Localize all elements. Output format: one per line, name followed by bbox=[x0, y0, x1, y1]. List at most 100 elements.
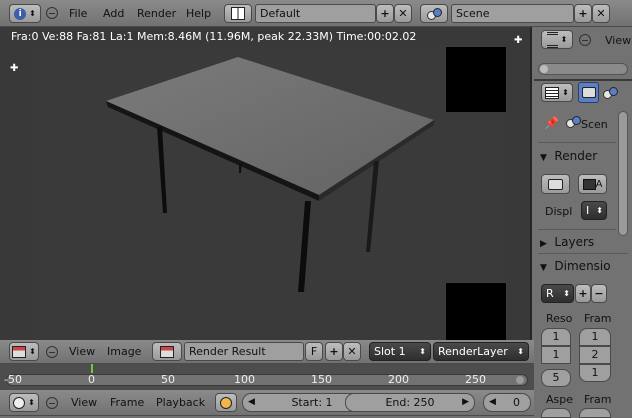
menu-render[interactable]: Render bbox=[137, 1, 176, 27]
outliner-icon bbox=[546, 31, 558, 48]
display-select[interactable]: I ⬍ bbox=[581, 201, 607, 220]
render-viewport[interactable]: Fra:0 Ve:88 Fa:81 La:1 Mem:8.46M (11.96M… bbox=[0, 27, 532, 340]
outliner-scrollbar[interactable] bbox=[538, 63, 628, 75]
chevron-updown-icon: ⬍ bbox=[596, 206, 603, 215]
layout-name-field[interactable]: Default bbox=[255, 4, 376, 23]
display-value: I bbox=[586, 204, 590, 217]
chevron-updown-icon: ⬍ bbox=[29, 9, 36, 18]
current-frame-field[interactable]: ◀ 0 bbox=[483, 393, 531, 412]
chevron-updown-icon: ⬍ bbox=[28, 398, 35, 407]
tick-label: 200 bbox=[388, 373, 409, 386]
arrow-left-icon[interactable]: ◀ bbox=[248, 394, 255, 411]
render-layer-select[interactable]: RenderLayer ⬍ bbox=[433, 342, 529, 361]
disclosure-open-icon: ▼ bbox=[540, 263, 547, 273]
plus-icon: + bbox=[578, 7, 588, 20]
frame-step-field[interactable]: 1 bbox=[579, 364, 611, 382]
arrow-left-icon[interactable]: ◀ bbox=[489, 394, 496, 411]
image-icon bbox=[160, 345, 174, 358]
tick-label: 50 bbox=[161, 373, 175, 386]
start-frame-value: Start: 1 bbox=[291, 396, 333, 409]
frame-end-field[interactable]: 2 bbox=[579, 346, 611, 364]
scroll-handle-icon[interactable] bbox=[540, 65, 548, 73]
chevron-updown-icon: ⬍ bbox=[562, 88, 569, 97]
clock-icon bbox=[13, 396, 26, 409]
render-animation-button[interactable]: A bbox=[578, 174, 607, 194]
add-preset-button[interactable]: + bbox=[575, 284, 591, 303]
layout-screen-button[interactable] bbox=[224, 4, 252, 23]
aspect-x-field[interactable] bbox=[541, 408, 571, 418]
render-preset-value: R bbox=[546, 287, 554, 300]
frame-start-field[interactable]: 1 bbox=[579, 328, 611, 346]
render-section-header[interactable]: ▼ Render bbox=[540, 149, 616, 163]
menu-file[interactable]: File bbox=[69, 1, 87, 27]
layers-section-header[interactable]: ▶ Layers bbox=[540, 235, 616, 249]
new-image-button[interactable]: + bbox=[325, 342, 343, 361]
display-label: Displ bbox=[545, 205, 573, 218]
fake-user-button[interactable]: F bbox=[305, 342, 323, 361]
timeline-scroll-track[interactable] bbox=[6, 374, 528, 386]
outliner-view-menu[interactable]: View bbox=[605, 34, 631, 47]
collapse-menu-icon[interactable] bbox=[46, 346, 58, 358]
scroll-end-icon[interactable] bbox=[516, 376, 524, 384]
properties-icon bbox=[545, 86, 560, 99]
slot-select[interactable]: Slot 1 ⬍ bbox=[369, 342, 431, 361]
frame-start-value: 1 bbox=[591, 330, 599, 343]
menu-view[interactable]: View bbox=[71, 390, 97, 416]
timeline-editor-type-button[interactable]: ⬍ bbox=[9, 393, 39, 412]
render-tab-button[interactable] bbox=[578, 82, 599, 103]
preview-range-button[interactable] bbox=[215, 393, 237, 412]
current-frame-indicator[interactable] bbox=[91, 364, 93, 373]
menu-help[interactable]: Help bbox=[186, 1, 211, 27]
menu-view[interactable]: View bbox=[69, 339, 95, 365]
info-editor-type-button[interactable]: i ⬍ bbox=[9, 4, 41, 23]
layers-section-title: Layers bbox=[554, 235, 595, 249]
add-layout-button[interactable]: + bbox=[376, 4, 394, 23]
arrow-right-icon[interactable]: ▶ bbox=[462, 394, 469, 411]
disclosure-closed-icon: ▶ bbox=[540, 239, 547, 249]
remove-preset-button[interactable]: − bbox=[591, 284, 607, 303]
resolution-x-value: 1 bbox=[552, 330, 560, 343]
resolution-y-value: 1 bbox=[552, 348, 560, 361]
image-editor-type-button[interactable]: ⬍ bbox=[9, 342, 39, 361]
collapse-menu-icon[interactable] bbox=[46, 7, 58, 19]
properties-editor-type-button[interactable]: ⬍ bbox=[541, 83, 573, 102]
layout-grid-icon bbox=[231, 7, 245, 20]
menu-add[interactable]: Add bbox=[103, 1, 124, 27]
properties-scrollbar[interactable] bbox=[618, 111, 628, 236]
resolution-x-field[interactable]: 1 bbox=[541, 328, 571, 346]
outliner-editor-type-button[interactable]: ⬍ bbox=[541, 30, 573, 49]
menu-playback[interactable]: Playback bbox=[156, 390, 205, 416]
collapse-menu-icon[interactable] bbox=[579, 34, 591, 46]
image-browse-button[interactable] bbox=[152, 342, 182, 361]
tick-label: 0 bbox=[88, 373, 95, 386]
close-icon: ✕ bbox=[347, 345, 357, 358]
collapse-menu-icon[interactable] bbox=[46, 397, 58, 409]
unlink-image-button[interactable]: ✕ bbox=[343, 342, 361, 361]
scene-context-icon bbox=[566, 116, 581, 128]
chevron-updown-icon: ⬍ bbox=[563, 289, 570, 298]
add-scene-button[interactable]: + bbox=[574, 4, 592, 23]
end-frame-field[interactable]: End: 250 ▶ bbox=[345, 393, 475, 412]
timeline-ruler[interactable]: -50 0 50 100 150 200 250 bbox=[0, 364, 534, 390]
image-name-field[interactable]: Render Result bbox=[184, 342, 304, 361]
menu-image[interactable]: Image bbox=[107, 339, 141, 365]
render-image-button[interactable] bbox=[541, 174, 570, 194]
delete-layout-button[interactable]: ✕ bbox=[394, 4, 412, 23]
pin-icon[interactable]: 📌 bbox=[544, 116, 559, 130]
scene-tab-button[interactable] bbox=[600, 84, 620, 102]
tick-label: 150 bbox=[311, 373, 332, 386]
scene-browse-button[interactable] bbox=[420, 4, 448, 23]
resolution-percent-field[interactable]: 5 bbox=[541, 369, 571, 387]
frame-rate-field[interactable] bbox=[579, 408, 611, 418]
region-plus-icon[interactable]: ✚ bbox=[514, 35, 522, 46]
scene-name-field[interactable]: Scene bbox=[451, 4, 574, 23]
resolution-y-field[interactable]: 1 bbox=[541, 346, 571, 364]
close-icon: ✕ bbox=[596, 7, 606, 20]
dimensions-section-header[interactable]: ▼ Dimensio bbox=[540, 259, 630, 273]
region-plus-icon[interactable]: ✚ bbox=[10, 63, 18, 74]
resolution-label: Reso bbox=[546, 312, 573, 325]
delete-scene-button[interactable]: ✕ bbox=[592, 4, 610, 23]
render-preset-select[interactable]: R ⬍ bbox=[541, 284, 574, 303]
panel-divider bbox=[538, 253, 628, 254]
menu-frame[interactable]: Frame bbox=[110, 390, 144, 416]
